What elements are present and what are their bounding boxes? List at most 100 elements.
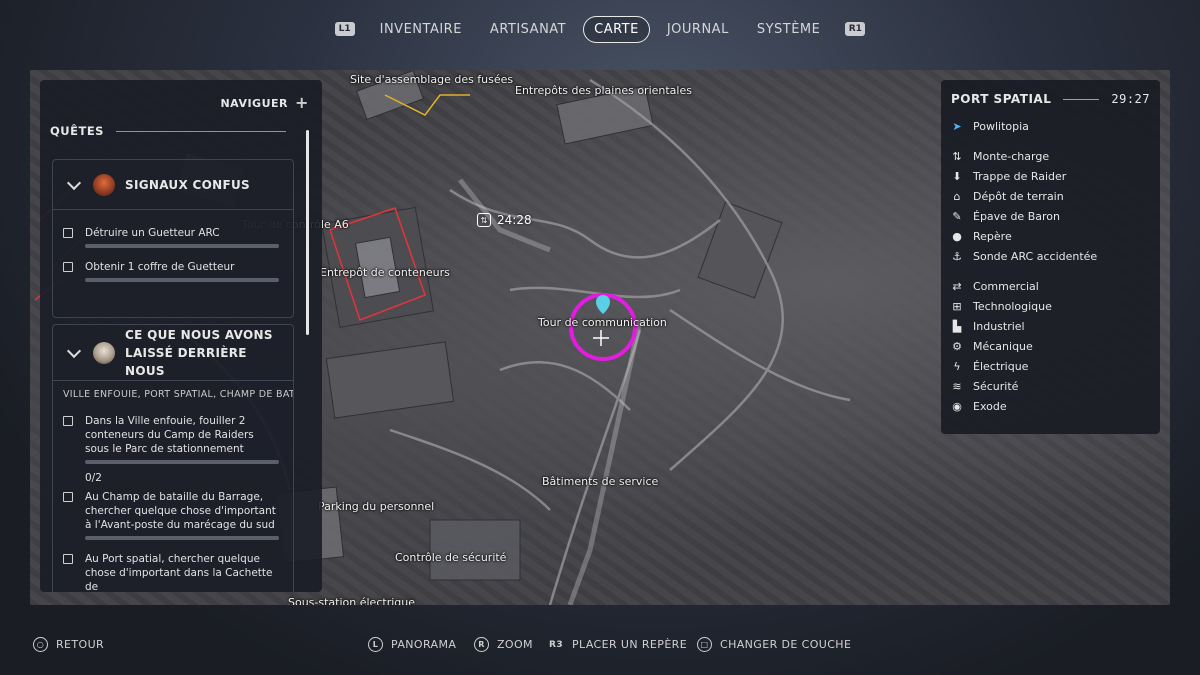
quest-scrollbar[interactable] — [306, 130, 309, 335]
map-label-warehouses-east: Entrepôts des plaines orientales — [515, 84, 692, 97]
hint-change-layer[interactable]: □ CHANGER DE COUCHE — [697, 637, 851, 652]
tab-artisanat[interactable]: ARTISANAT — [479, 16, 577, 43]
map-label-service-buildings: Bâtiments de service — [542, 475, 659, 488]
legend-item-commercial[interactable]: ⇄ Commercial — [951, 276, 1150, 296]
quest-card-ce-que-nous-avons[interactable]: CE QUE NOUS AVONS LAISSÉ DERRIÈRE NOUS V… — [52, 324, 294, 592]
navigate-hint[interactable]: NAVIGUER — [40, 80, 322, 112]
legend-label: Monte-charge — [973, 149, 1050, 163]
objective-text: Au Port spatial, chercher quelque chose … — [85, 553, 273, 592]
hint-label: RETOUR — [56, 638, 105, 651]
quest-header[interactable]: CE QUE NOUS AVONS LAISSÉ DERRIÈRE NOUS — [53, 325, 293, 381]
hint-label: ZOOM — [497, 638, 533, 651]
legend-item-marker[interactable]: ● Repère — [951, 226, 1150, 246]
arrow-right-icon: ➤ — [952, 119, 962, 133]
game-map-screen: L1 INVENTAIRE ARTISANAT CARTE JOURNAL SY… — [0, 0, 1200, 675]
quest-name: SIGNAUX CONFUS — [125, 177, 250, 192]
divider — [115, 130, 286, 132]
map-label-security-control: Contrôle de sécurité — [395, 551, 507, 564]
right-stick-icon: R — [474, 637, 489, 652]
legend-label: Mécanique — [973, 339, 1033, 353]
arc-probe-icon: ⚓ — [952, 249, 962, 263]
l1-bumper-icon[interactable]: L1 — [334, 22, 355, 36]
legend-group-featured: ➤ Powlitopia — [951, 116, 1150, 136]
objective-checkbox — [63, 554, 73, 564]
legend-item-arc-probe[interactable]: ⚓ Sonde ARC accidentée — [951, 246, 1150, 266]
quest-giver-avatar — [93, 341, 115, 364]
legend-item-elevator[interactable]: ⇅ Monte-charge — [951, 146, 1150, 166]
legend-item-industrial[interactable]: ▙ Industriel — [951, 316, 1150, 336]
quest-card-signaux-confus[interactable]: SIGNAUX CONFUS Détruire un Guetteur ARC … — [52, 159, 294, 318]
objective-text: Détruire un Guetteur ARC — [85, 227, 220, 239]
objective-progress-bar — [85, 244, 279, 248]
legend-header: PORT SPATIAL 29:27 — [951, 92, 1150, 106]
tab-carte[interactable]: CARTE — [583, 15, 650, 43]
legend-title: PORT SPATIAL — [951, 92, 1052, 106]
legend-label: Powlitopia — [973, 119, 1029, 133]
top-menu-bar: L1 INVENTAIRE ARTISANAT CARTE JOURNAL SY… — [0, 14, 1200, 44]
quests-heading: QUÊTES — [40, 110, 322, 138]
hint-back[interactable]: ○ RETOUR — [33, 637, 104, 652]
tab-systeme[interactable]: SYSTÈME — [746, 16, 832, 43]
r3-button-icon: R3 — [549, 639, 563, 650]
controller-hints: ○ RETOUR L PANORAMA R ZOOM R3 PLACER UN … — [0, 637, 1200, 657]
raider-hatch-icon: ⬇ — [952, 169, 962, 183]
quest-objective: Au Port spatial, chercher quelque chose … — [53, 552, 293, 592]
objective-progress-bar — [85, 278, 279, 282]
chevron-down-icon[interactable] — [66, 175, 82, 190]
objective-progress-bar — [85, 460, 279, 464]
field-depot-icon: ⌂ — [953, 189, 961, 203]
tab-inventaire[interactable]: INVENTAIRE — [369, 16, 473, 43]
legend-item-electric[interactable]: ϟ Électrique — [951, 356, 1150, 376]
hint-zoom[interactable]: R ZOOM — [474, 637, 533, 652]
objective-count: 0/2 — [85, 472, 102, 484]
objective-text: Dans la Ville enfouie, fouiller 2 conten… — [85, 415, 254, 455]
objective-progress-bar — [85, 536, 279, 540]
legend-label: Dépôt de terrain — [973, 189, 1064, 203]
legend-item-field-depot[interactable]: ⌂ Dépôt de terrain — [951, 186, 1150, 206]
legend-label: Trappe de Raider — [973, 169, 1067, 183]
map-label-substation: Sous-station électrique — [288, 596, 415, 605]
elevator-timer: ⇅ 24:28 — [477, 213, 532, 227]
legend-item-exodus[interactable]: ◉ Exode — [951, 396, 1150, 416]
tab-journal[interactable]: JOURNAL — [656, 16, 740, 43]
legend-label: Épave de Baron — [973, 209, 1060, 223]
hint-panorama[interactable]: L PANORAMA — [368, 637, 456, 652]
legend-item-raider-hatch[interactable]: ⬇ Trappe de Raider — [951, 166, 1150, 186]
map-label-rocket-site: Site d'assemblage des fusées — [350, 73, 514, 86]
map-label-comm-tower: Tour de communication — [538, 316, 667, 329]
elevator-icon: ⇅ — [477, 213, 491, 227]
circle-button-icon: ○ — [33, 637, 48, 652]
legend-item-tech[interactable]: ⊞ Technologique — [951, 296, 1150, 316]
dpad-icon — [294, 93, 309, 112]
legend-label: Repère — [973, 229, 1012, 243]
left-stick-icon: L — [368, 637, 383, 652]
elevator-icon: ⇅ — [952, 149, 962, 163]
legend-item-security[interactable]: ≋ Sécurité — [951, 376, 1150, 396]
quest-giver-avatar — [93, 173, 115, 196]
hint-place-marker[interactable]: R3 PLACER UN REPÈRE — [548, 637, 687, 652]
legend-item-mechanical[interactable]: ⚙ Mécanique — [951, 336, 1150, 356]
baron-wreck-icon: ✎ — [952, 209, 962, 223]
objective-checkbox — [63, 262, 73, 272]
square-button-icon: □ — [697, 637, 712, 652]
legend-label: Sonde ARC accidentée — [973, 249, 1098, 263]
marker-pin-icon: ● — [952, 229, 962, 243]
raid-timer: 29:27 — [1111, 92, 1150, 106]
legend-item-baron-wreck[interactable]: ✎ Épave de Baron — [951, 206, 1150, 226]
legend-item-powlitopia[interactable]: ➤ Powlitopia — [951, 116, 1150, 136]
legend-label: Industriel — [973, 319, 1025, 333]
legend-label: Technologique — [973, 299, 1052, 313]
objective-checkbox — [63, 228, 73, 238]
hint-label: PANORAMA — [391, 638, 457, 651]
objective-text: Obtenir 1 coffre de Guetteur — [85, 261, 235, 273]
hint-label: CHANGER DE COUCHE — [720, 638, 852, 651]
quest-header[interactable]: SIGNAUX CONFUS — [53, 160, 293, 210]
quests-title: QUÊTES — [50, 124, 104, 138]
legend-label: Sécurité — [973, 379, 1019, 393]
r1-bumper-icon[interactable]: R1 — [845, 22, 866, 36]
chevron-down-icon[interactable] — [66, 343, 82, 358]
electric-icon: ϟ — [953, 359, 961, 373]
legend-label: Exode — [973, 399, 1007, 413]
map-label-staff-parking: Parking du personnel — [318, 500, 435, 513]
legend-label: Commercial — [973, 279, 1039, 293]
